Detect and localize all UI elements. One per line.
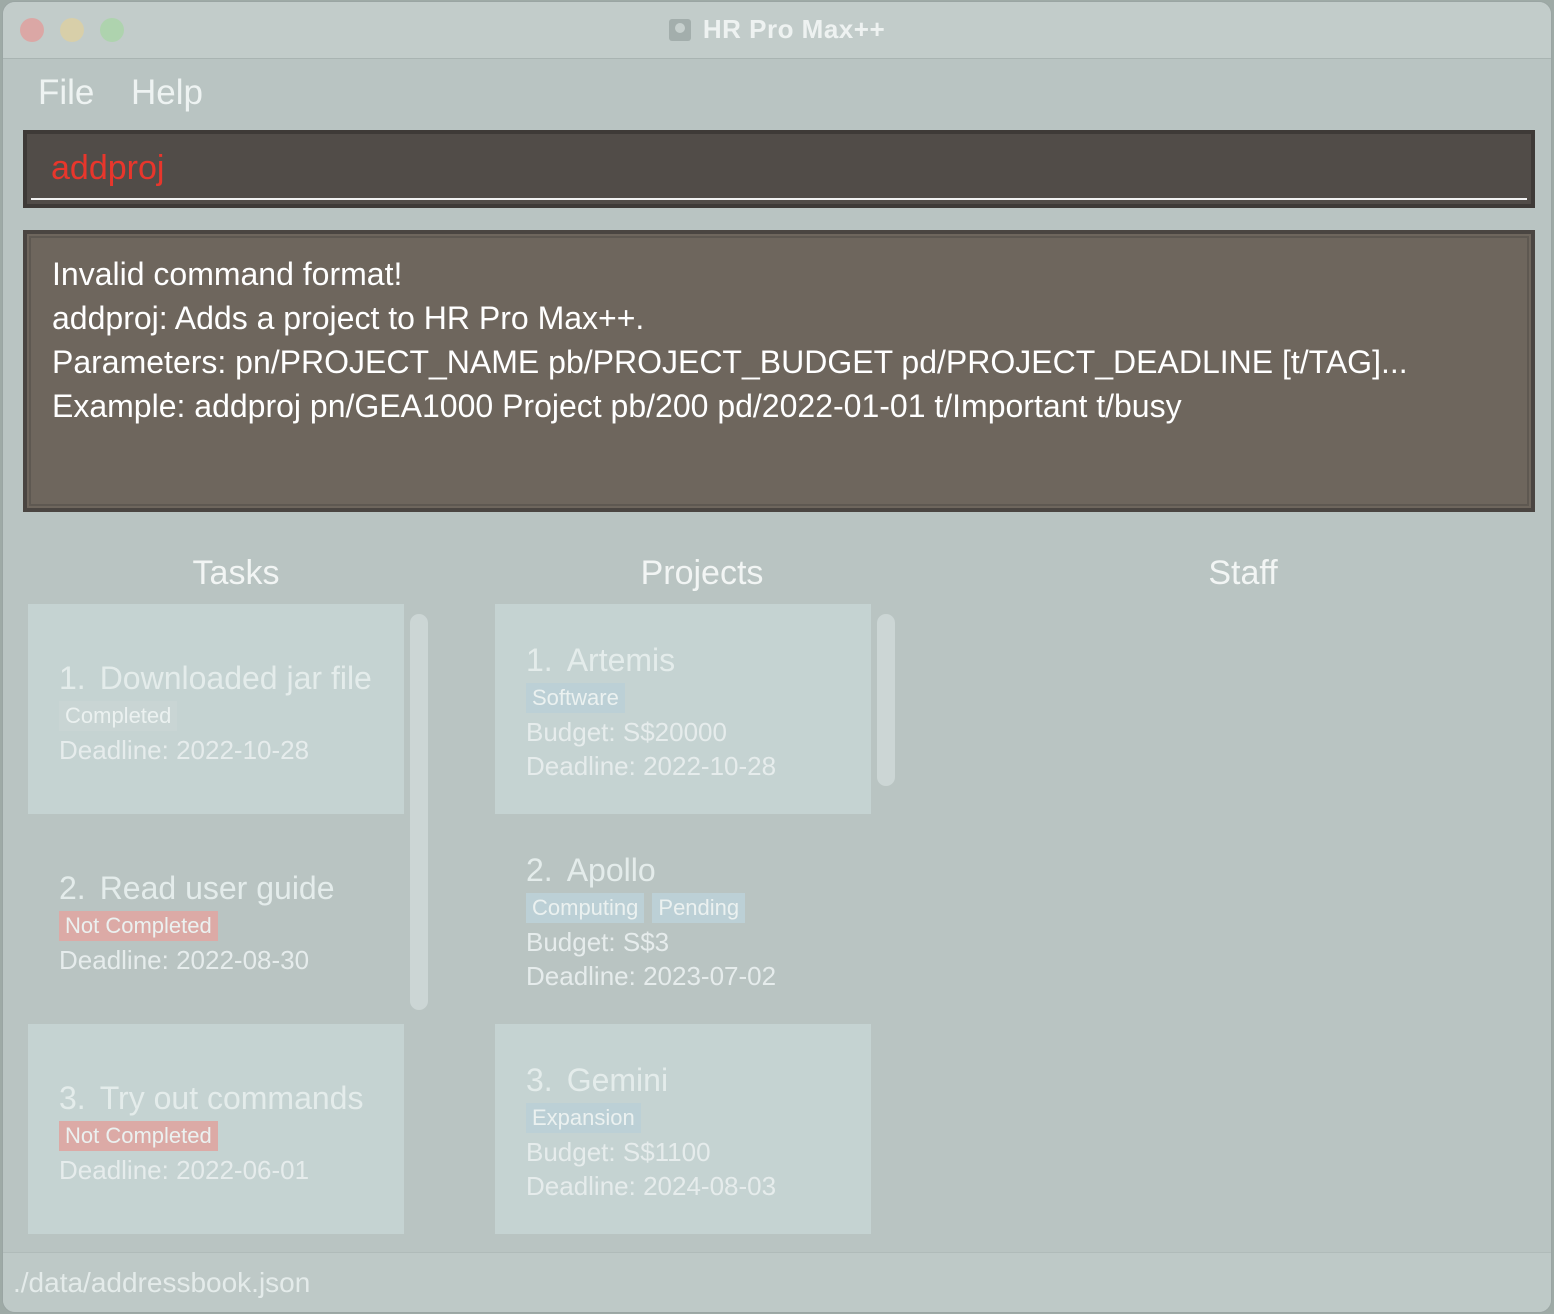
task-tags: Not Completed bbox=[59, 911, 404, 943]
task-deadline: Deadline: 2022-08-30 bbox=[59, 945, 310, 975]
project-tags: Expansion bbox=[526, 1103, 871, 1135]
projects-scrollbar[interactable] bbox=[877, 614, 895, 786]
task-name-row: 1. Downloaded jar file bbox=[59, 604, 404, 697]
status-bar: ./data/addressbook.json bbox=[3, 1252, 1551, 1312]
project-deadline: Deadline: 2024-08-03 bbox=[526, 1171, 777, 1201]
project-name: Artemis bbox=[566, 642, 676, 678]
task-status-tag: Not Completed bbox=[59, 1121, 218, 1151]
project-deadline: Deadline: 2022-10-28 bbox=[526, 751, 777, 781]
task-deadline: Deadline: 2022-10-28 bbox=[59, 735, 310, 765]
result-line: Example: addproj pn/GEA1000 Project pb/2… bbox=[52, 388, 1182, 424]
command-box bbox=[23, 130, 1535, 208]
project-tags: Software bbox=[526, 683, 871, 715]
project-name-row: 3. Gemini bbox=[526, 1024, 871, 1099]
result-line: addproj: Adds a project to HR Pro Max++. bbox=[52, 300, 645, 336]
project-budget: Budget: S$3 bbox=[526, 927, 670, 957]
result-text-area[interactable]: Invalid command format! addproj: Adds a … bbox=[29, 236, 1529, 506]
result-line: Parameters: pn/PROJECT_NAME pb/PROJECT_B… bbox=[52, 344, 1408, 380]
task-card[interactable]: 3. Try out commands Not Completed Deadlin… bbox=[28, 1024, 404, 1234]
task-tags: Not Completed bbox=[59, 1121, 404, 1153]
project-tag: Expansion bbox=[526, 1103, 641, 1133]
result-line: Invalid command format! bbox=[52, 256, 403, 292]
tasks-scrollbar[interactable] bbox=[410, 614, 428, 1010]
task-name-row: 2. Read user guide bbox=[59, 814, 404, 907]
tasks-panel-title: Tasks bbox=[192, 554, 280, 592]
task-tags: Completed bbox=[59, 701, 404, 733]
task-name: Read user guide bbox=[99, 870, 335, 906]
project-tag: Computing bbox=[526, 893, 645, 923]
project-card[interactable]: 2. Apollo Computing Pending Budget: S$3 De… bbox=[495, 814, 871, 1024]
project-name-row: 1. Artemis bbox=[526, 604, 871, 679]
menu-help[interactable]: Help bbox=[131, 73, 203, 113]
projects-panel-title: Projects bbox=[640, 554, 764, 592]
project-name: Apollo bbox=[566, 852, 656, 888]
task-card[interactable]: 1. Downloaded jar file Completed Deadline… bbox=[28, 604, 404, 814]
task-index: 2. bbox=[59, 870, 86, 906]
project-name-row: 2. Apollo bbox=[526, 814, 871, 889]
tasks-list[interactable]: 1. Downloaded jar file Completed Deadline… bbox=[28, 604, 404, 1234]
task-name-row: 3. Try out commands bbox=[59, 1024, 404, 1117]
staff-panel-title: Staff bbox=[1208, 554, 1278, 592]
project-tag: Pending bbox=[652, 893, 746, 923]
project-index: 3. bbox=[526, 1062, 553, 1098]
project-card[interactable]: 1. Artemis Software Budget: S$20000 Deadl… bbox=[495, 604, 871, 814]
data-file-path: ./data/addressbook.json bbox=[13, 1267, 311, 1298]
task-card[interactable]: 2. Read user guide Not Completed Deadline… bbox=[28, 814, 404, 1024]
task-index: 3. bbox=[59, 1080, 86, 1116]
projects-list[interactable]: 1. Artemis Software Budget: S$20000 Deadl… bbox=[495, 604, 871, 1234]
command-input[interactable] bbox=[31, 138, 1527, 200]
project-budget: Budget: S$1100 bbox=[526, 1137, 711, 1167]
task-deadline: Deadline: 2022-06-01 bbox=[59, 1155, 310, 1185]
task-index: 1. bbox=[59, 660, 86, 696]
project-card[interactable]: 3. Gemini Expansion Budget: S$1100 Deadli… bbox=[495, 1024, 871, 1234]
task-name: Try out commands bbox=[99, 1080, 364, 1116]
window-title: HR Pro Max++ bbox=[702, 14, 886, 44]
task-name: Downloaded jar file bbox=[99, 660, 372, 696]
project-index: 1. bbox=[526, 642, 553, 678]
project-budget: Budget: S$20000 bbox=[526, 717, 727, 747]
project-tags: Computing Pending bbox=[526, 893, 871, 925]
menu-file[interactable]: File bbox=[38, 73, 94, 113]
menu-bar: File Help bbox=[3, 59, 1551, 129]
result-display: Invalid command format! addproj: Adds a … bbox=[23, 230, 1535, 512]
project-deadline: Deadline: 2023-07-02 bbox=[526, 961, 777, 991]
project-name: Gemini bbox=[566, 1062, 669, 1098]
project-tag: Software bbox=[526, 683, 625, 713]
task-status-tag: Completed bbox=[59, 701, 178, 731]
project-index: 2. bbox=[526, 852, 553, 888]
window-title-container: HR Pro Max++ bbox=[3, 14, 1551, 45]
app-window: HR Pro Max++ File Help Invalid command f… bbox=[3, 2, 1551, 1312]
title-bar: HR Pro Max++ bbox=[3, 2, 1551, 59]
task-status-tag: Not Completed bbox=[59, 911, 218, 941]
app-icon bbox=[668, 19, 691, 41]
